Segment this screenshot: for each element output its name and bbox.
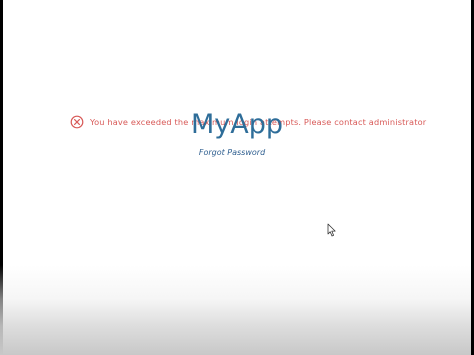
app-title: MyApp [190,109,284,140]
bottom-fade [0,265,474,355]
app-window: You have exceeded the maximum login atte… [0,0,474,355]
mouse-pointer-icon [327,223,336,237]
forgot-password-link[interactable]: Forgot Password [0,149,464,157]
